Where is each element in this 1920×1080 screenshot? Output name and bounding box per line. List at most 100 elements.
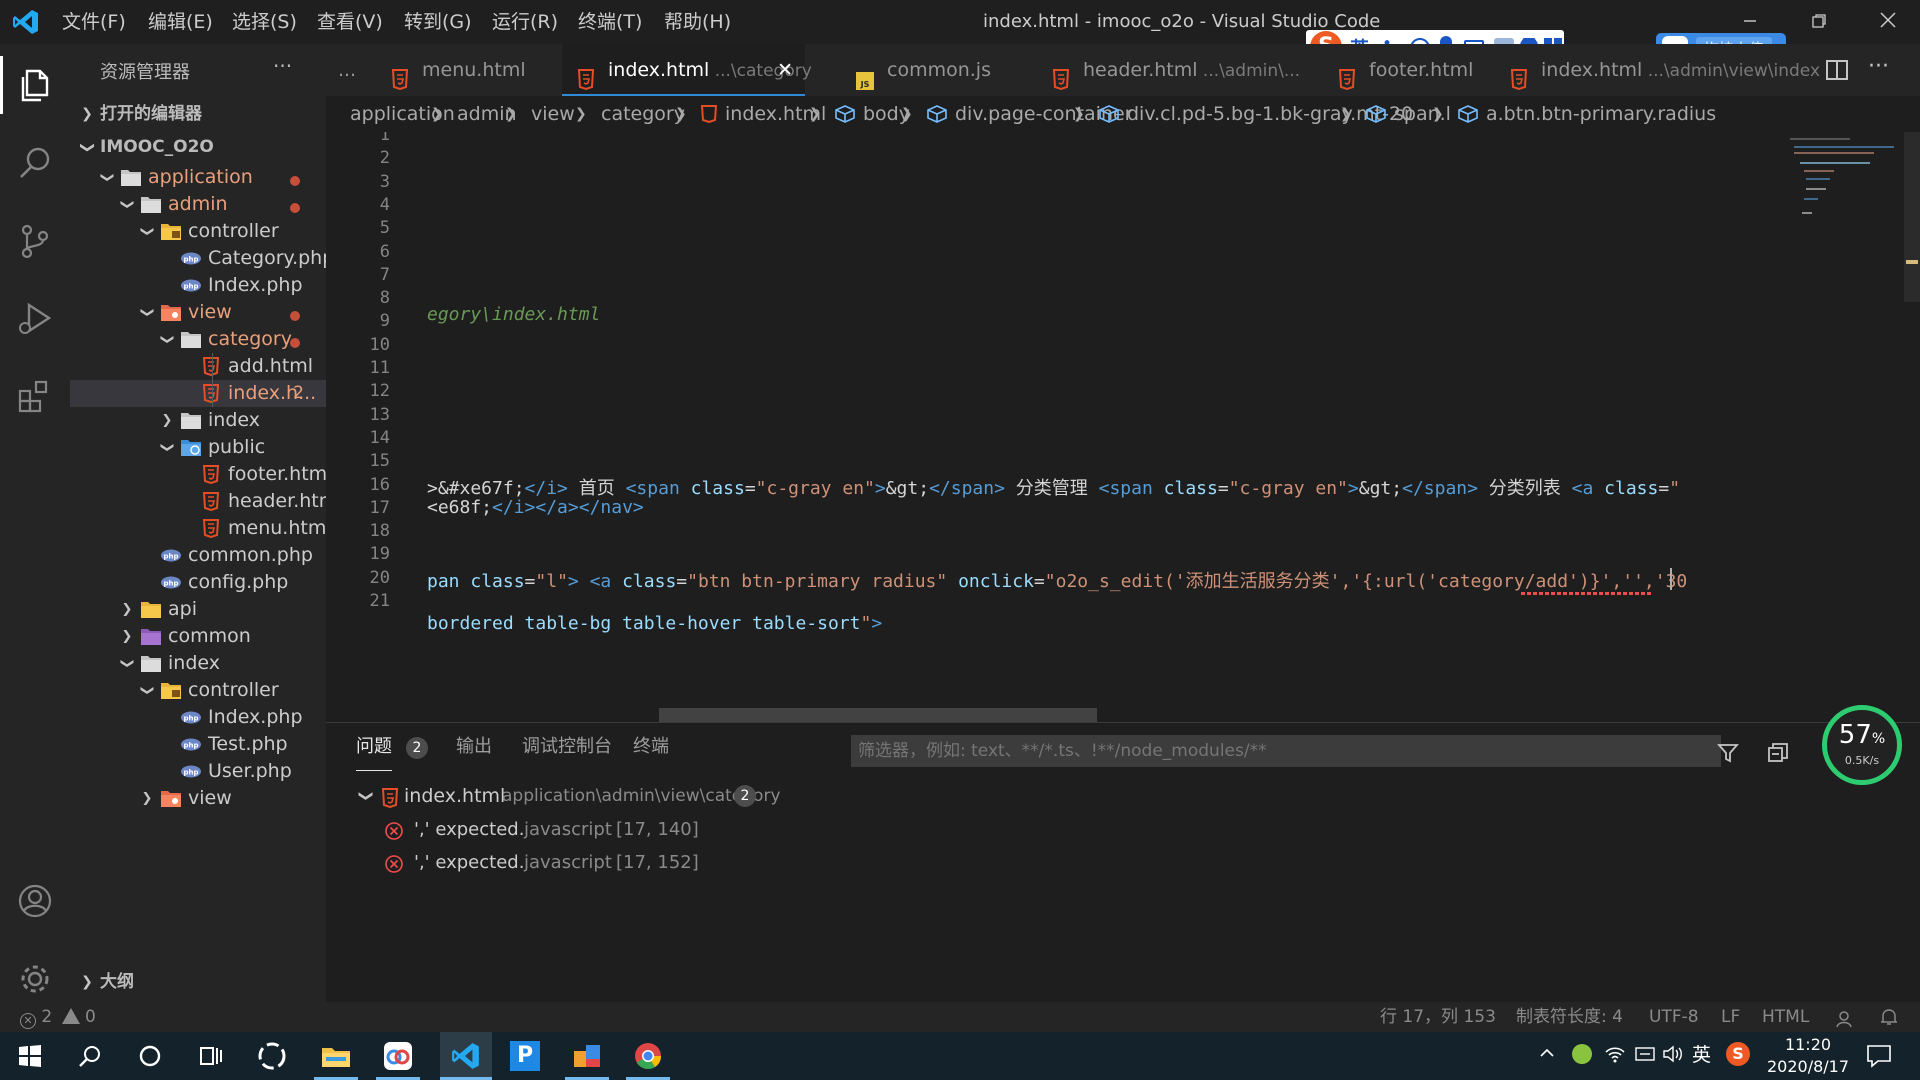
- taskbar-chrome[interactable]: [628, 1036, 668, 1076]
- encoding[interactable]: UTF-8: [1649, 1002, 1699, 1032]
- sidebar-more-button[interactable]: ···: [273, 54, 292, 78]
- folder-item[interactable]: ❯ controller: [70, 677, 326, 704]
- tab-close-button[interactable]: ✕: [777, 44, 793, 96]
- clock-date[interactable]: 2020/8/17: [1766, 1057, 1850, 1076]
- editor-tab[interactable]: index.html ...\category ✕: [562, 44, 812, 96]
- start-button[interactable]: [10, 1036, 50, 1076]
- editor-tab[interactable]: footer.html: [1323, 44, 1475, 96]
- file-item[interactable]: php User.php: [70, 758, 326, 785]
- cortana-button[interactable]: [130, 1036, 170, 1076]
- file-item[interactable]: php Category.php: [70, 245, 326, 272]
- folder-item[interactable]: ❯ common: [70, 623, 326, 650]
- project-section[interactable]: ❯ IMOOC_O2O: [70, 131, 326, 164]
- input-language[interactable]: 英: [1692, 1040, 1711, 1067]
- editor-tab[interactable]: JS common.js: [841, 44, 1007, 96]
- menu-file[interactable]: 文件(F): [62, 0, 126, 44]
- folder-item[interactable]: ❯ index: [70, 407, 326, 434]
- file-item[interactable]: header.html: [70, 488, 326, 515]
- file-item[interactable]: php Test.php: [70, 731, 326, 758]
- task-view-button[interactable]: [190, 1036, 230, 1076]
- breadcrumb-item[interactable]: index.html: [700, 96, 826, 132]
- extensions-button[interactable]: [10, 372, 60, 422]
- folder-item[interactable]: ❯ index: [70, 650, 326, 677]
- menu-run[interactable]: 运行(R): [492, 0, 558, 44]
- breadcrumb-item[interactable]: body: [835, 96, 910, 132]
- folder-item[interactable]: ❯ application: [70, 164, 326, 191]
- close-window-button[interactable]: [1860, 0, 1916, 44]
- clock-time[interactable]: 11:20: [1770, 1035, 1846, 1054]
- taskbar-file-explorer[interactable]: [316, 1036, 356, 1076]
- folder-item[interactable]: ❯ category: [70, 326, 326, 353]
- folder-item[interactable]: ❯ controller: [70, 218, 326, 245]
- ime-mode-icon[interactable]: [1634, 1044, 1656, 1064]
- folder-item[interactable]: ❯ view: [70, 299, 326, 326]
- tabs-overflow[interactable]: ...: [326, 44, 368, 96]
- menu-help[interactable]: 帮助(H): [664, 0, 731, 44]
- tab-size[interactable]: 制表符长度: 4: [1516, 1002, 1623, 1032]
- tray-expand-button[interactable]: [1538, 1044, 1558, 1064]
- manage-button[interactable]: [10, 954, 60, 1004]
- editor-tab[interactable]: index.html ...\admin\view\index: [1495, 44, 1820, 96]
- breadcrumb-item[interactable]: category: [601, 96, 685, 132]
- tab-problems[interactable]: 问题: [356, 733, 392, 771]
- menu-view[interactable]: 查看(V): [317, 0, 383, 44]
- search-button[interactable]: [10, 138, 60, 188]
- editor-more-button[interactable]: ···: [1868, 54, 1889, 79]
- menu-selection[interactable]: 选择(S): [232, 0, 297, 44]
- menu-terminal[interactable]: 终端(T): [578, 0, 642, 44]
- problem-item[interactable]: ',' expected. javascript [17, 140]: [326, 813, 1920, 846]
- action-center-button[interactable]: [1866, 1044, 1892, 1068]
- file-item[interactable]: menu.html: [70, 515, 326, 542]
- file-item[interactable]: php common.php: [70, 542, 326, 569]
- accounts-button[interactable]: [10, 876, 60, 926]
- file-item[interactable]: add.html: [70, 353, 326, 380]
- file-item[interactable]: index.h... 2: [70, 380, 326, 407]
- filter-button[interactable]: [1716, 741, 1740, 765]
- horizontal-scrollbar[interactable]: [659, 708, 1097, 722]
- collapse-all-button[interactable]: [1766, 741, 1790, 765]
- problems-file-row[interactable]: ❯ index.html application\admin\view\cate…: [326, 779, 1920, 813]
- open-editors-section[interactable]: ❯ 打开的编辑器: [70, 98, 326, 131]
- tab-output[interactable]: 输出: [456, 733, 492, 771]
- taskbar-search-button[interactable]: [70, 1036, 110, 1076]
- file-item[interactable]: footer.html: [70, 461, 326, 488]
- notifications-button[interactable]: [1880, 1007, 1898, 1027]
- folder-item[interactable]: ❯ api: [70, 596, 326, 623]
- editor-tab[interactable]: header.html ...\admin\...: [1037, 44, 1300, 96]
- volume-icon[interactable]: [1662, 1044, 1684, 1064]
- taskbar-p-app[interactable]: P: [505, 1036, 545, 1076]
- code-editor[interactable]: 1 2 3 4 5 6 7 8 9 10 11 12 13 14 15 16 17 18 19 20 21 egory\…: [326, 132, 1920, 722]
- folder-item[interactable]: ❯ public: [70, 434, 326, 461]
- folder-item[interactable]: ❯ view: [70, 785, 326, 812]
- feedback-button[interactable]: [1836, 1008, 1856, 1028]
- source-control-button[interactable]: [10, 216, 60, 266]
- problems-status[interactable]: ✕ 2 0: [20, 1002, 96, 1032]
- menu-go[interactable]: 转到(G): [404, 0, 472, 44]
- breadcrumb-item[interactable]: a.btn.btn-primary.radius: [1458, 96, 1716, 132]
- run-debug-button[interactable]: [10, 294, 60, 344]
- language-mode[interactable]: HTML: [1762, 1002, 1809, 1032]
- minimap[interactable]: [1786, 132, 1904, 262]
- problem-item[interactable]: ',' expected. javascript [17, 152]: [326, 846, 1920, 879]
- cursor-position[interactable]: 行 17，列 153: [1380, 1002, 1496, 1032]
- editor-tab[interactable]: menu.html: [376, 44, 571, 96]
- taskbar-app-colorful[interactable]: [567, 1036, 607, 1076]
- wifi-icon[interactable]: [1604, 1044, 1626, 1064]
- file-item[interactable]: php Index.php: [70, 704, 326, 731]
- outline-section[interactable]: ❯ 大纲: [70, 966, 326, 999]
- breadcrumb-item[interactable]: view: [531, 96, 575, 132]
- menu-edit[interactable]: 编辑(E): [148, 0, 213, 44]
- sogou-tray-icon[interactable]: S: [1726, 1042, 1750, 1066]
- tray-app-icon[interactable]: [1572, 1044, 1592, 1064]
- problems-filter-input[interactable]: [851, 735, 1721, 767]
- taskbar-app-swirl[interactable]: [252, 1036, 292, 1076]
- vertical-scrollbar[interactable]: [1904, 132, 1920, 302]
- tab-terminal[interactable]: 终端: [633, 733, 669, 771]
- taskbar-baidu-netdisk[interactable]: [378, 1036, 418, 1076]
- restore-button[interactable]: [1791, 0, 1847, 44]
- file-item[interactable]: php config.php: [70, 569, 326, 596]
- explorer-button[interactable]: [10, 60, 60, 110]
- split-editor-button[interactable]: [1823, 56, 1851, 84]
- folder-item[interactable]: ❯ admin: [70, 191, 326, 218]
- file-item[interactable]: php Index.php: [70, 272, 326, 299]
